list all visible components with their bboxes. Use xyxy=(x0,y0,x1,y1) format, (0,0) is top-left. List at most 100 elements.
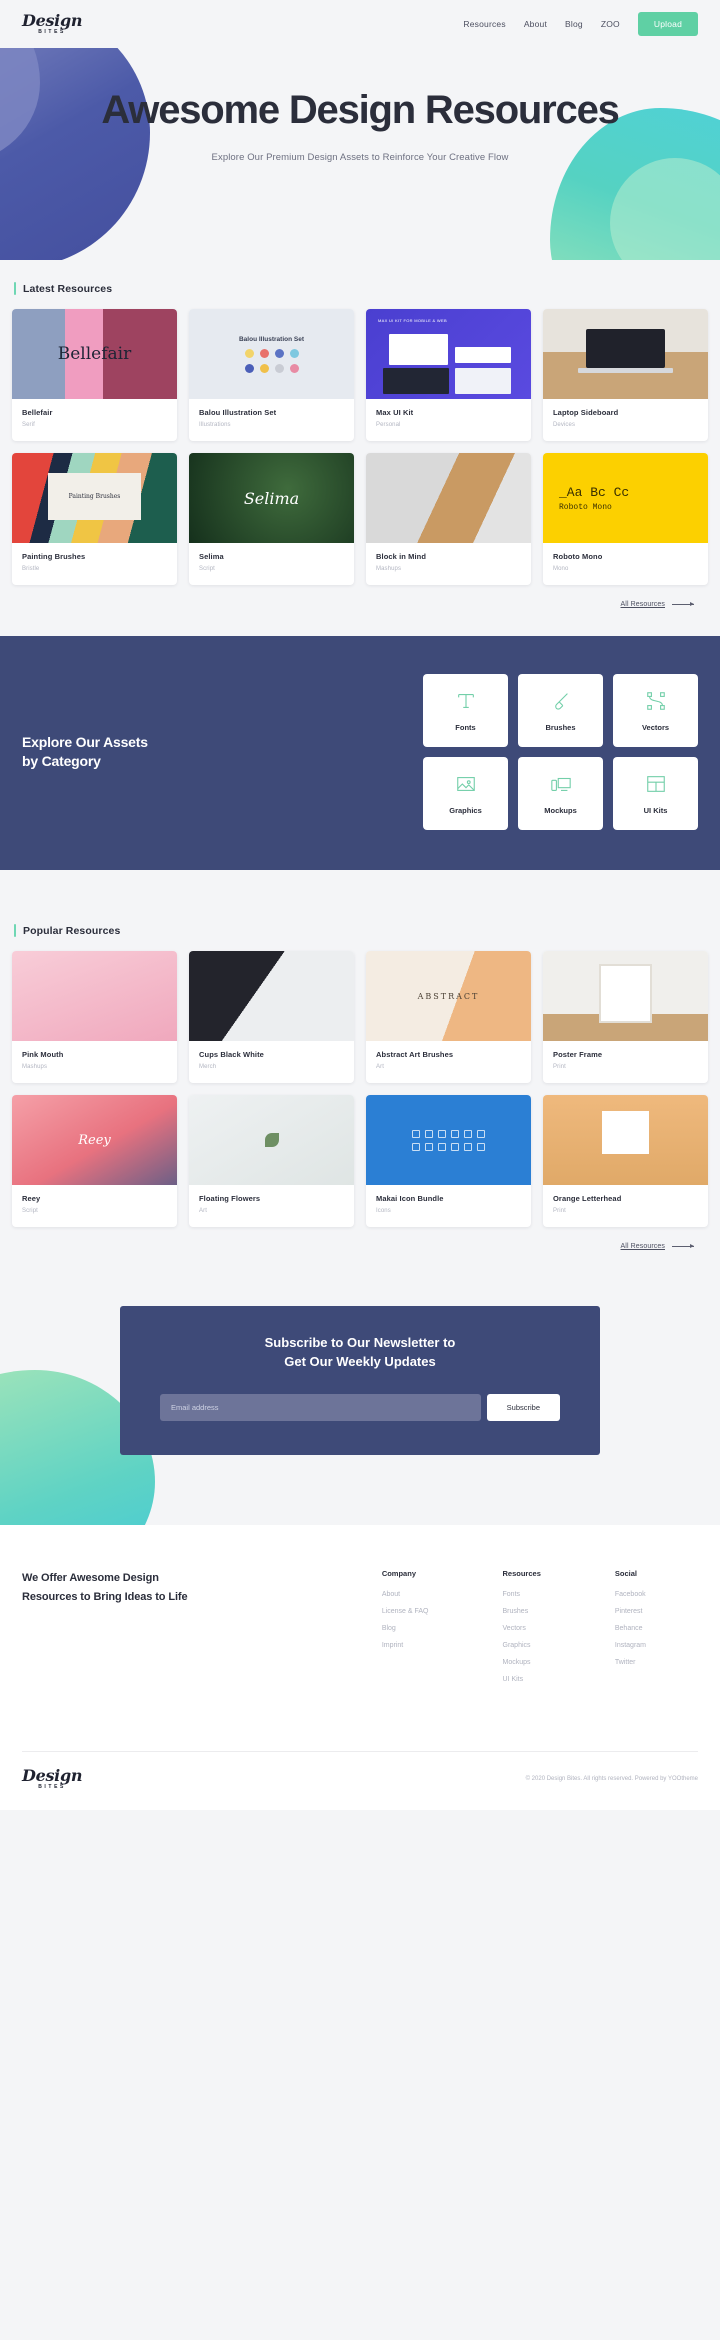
card-title: Roboto Mono xyxy=(553,552,603,561)
resource-card[interactable]: Balou Illustration Set Balou Illustratio… xyxy=(189,309,354,441)
upload-button[interactable]: Upload xyxy=(637,12,698,36)
resource-card[interactable]: Selima Selima Script xyxy=(189,453,354,585)
footer-column-resources: Resources Fonts Brushes Vectors Graphics… xyxy=(503,1569,541,1693)
category-label: Mockups xyxy=(544,805,577,815)
newsletter-title: Subscribe to Our Newsletter to Get Our W… xyxy=(160,1334,560,1372)
footer-tagline: We Offer Awesome Design Resources to Bri… xyxy=(22,1569,188,1693)
footer-link[interactable]: Imprint xyxy=(382,1642,429,1649)
site-logo[interactable]: Design BITES xyxy=(22,13,82,35)
all-resources-link-popular[interactable]: All Resources xyxy=(12,1243,694,1250)
card-category: Icons xyxy=(376,1208,391,1214)
nav-item-resources[interactable]: Resources xyxy=(463,19,505,29)
card-title: Selima xyxy=(199,552,224,561)
footer-bottom-bar: Design BITES © 2020 Design Bites. All ri… xyxy=(22,1750,698,1810)
all-resources-link-latest[interactable]: All Resources xyxy=(12,601,694,608)
hero-section: Awesome Design Resources Explore Our Pre… xyxy=(0,48,720,260)
thumb-subtext: Roboto Mono xyxy=(559,502,612,512)
resource-card[interactable]: Painting Brushes Painting Brushes Bristl… xyxy=(12,453,177,585)
thumb-text: Selima xyxy=(243,488,300,508)
footer-link[interactable]: Mockups xyxy=(503,1659,541,1666)
card-category: Illustrations xyxy=(199,422,231,428)
newsletter-form: Subscribe xyxy=(160,1393,560,1421)
footer-logo[interactable]: Design BITES xyxy=(22,1767,82,1790)
category-heading-line1: Explore Our Assets xyxy=(22,734,148,751)
nav-item-zoo[interactable]: ZOO xyxy=(601,19,620,29)
all-resources-label: All Resources xyxy=(620,601,665,608)
resource-card[interactable]: Floating Flowers Art xyxy=(189,1095,354,1227)
card-category: Devices xyxy=(553,422,576,428)
site-footer: We Offer Awesome Design Resources to Bri… xyxy=(0,1524,720,1810)
card-thumbnail xyxy=(189,951,354,1041)
footer-column-social: Social Facebook Pinterest Behance Instag… xyxy=(615,1569,646,1693)
card-thumbnail xyxy=(543,1095,708,1185)
latest-resources-section: Latest Resources Bellefair Bellefair Ser… xyxy=(0,260,720,608)
category-heading-line2: by Category xyxy=(22,753,101,769)
resource-card[interactable]: Bellefair Bellefair Serif xyxy=(12,309,177,441)
thumb-text: ABSTRACT xyxy=(417,991,480,1001)
thumb-text: Painting Brushes xyxy=(48,472,141,520)
category-label: Brushes xyxy=(545,722,576,732)
footer-link[interactable]: License & FAQ xyxy=(382,1608,429,1615)
footer-link[interactable]: Instagram xyxy=(615,1642,646,1649)
thumb-text: MAX UI KIT FOR MOBILE & WEB xyxy=(378,318,447,323)
resource-card[interactable]: Cups Black White Merch xyxy=(189,951,354,1083)
footer-link[interactable]: About xyxy=(382,1591,429,1598)
popular-resources-section: Popular Resources Pink Mouth Mashups Cup… xyxy=(0,870,720,1250)
resource-card[interactable]: _Aa Bc Cc Roboto Mono Roboto Mono Mono xyxy=(543,453,708,585)
card-thumbnail: Selima xyxy=(189,453,354,543)
card-thumbnail: Painting Brushes xyxy=(12,453,177,543)
resource-card[interactable]: Laptop Sideboard Devices xyxy=(543,309,708,441)
card-thumbnail: _Aa Bc Cc Roboto Mono xyxy=(543,453,708,543)
footer-link[interactable]: Vectors xyxy=(503,1625,541,1632)
pen-tool-icon xyxy=(645,690,667,712)
category-card-brushes[interactable]: Brushes xyxy=(518,674,603,747)
card-title: Balou Illustration Set xyxy=(199,408,277,417)
illustration-decoration xyxy=(244,348,299,358)
popular-section-header: Popular Resources xyxy=(14,924,708,937)
category-card-mockups[interactable]: Mockups xyxy=(518,757,603,830)
card-category: Script xyxy=(199,566,215,572)
footer-link-columns: Company About License & FAQ Blog Imprint… xyxy=(382,1569,698,1693)
footer-link[interactable]: Brushes xyxy=(503,1608,541,1615)
card-thumbnail xyxy=(366,1095,531,1185)
resource-card[interactable]: Orange Letterhead Print xyxy=(543,1095,708,1227)
footer-link[interactable]: Twitter xyxy=(615,1659,646,1666)
resource-card[interactable]: Poster Frame Print xyxy=(543,951,708,1083)
card-category: Merch xyxy=(199,1064,217,1070)
nav-item-blog[interactable]: Blog xyxy=(565,19,583,29)
newsletter-title-line1: Subscribe to Our Newsletter to xyxy=(264,1335,456,1350)
nav-item-about[interactable]: About xyxy=(524,19,547,29)
card-category: Personal xyxy=(376,422,401,428)
logo-wordmark: Design xyxy=(22,11,83,30)
subscribe-button[interactable]: Subscribe xyxy=(486,1393,560,1421)
resource-card[interactable]: Reey Reey Script xyxy=(12,1095,177,1227)
card-title: Block in Mind xyxy=(376,552,427,561)
layout-icon xyxy=(645,773,667,795)
arrow-right-icon xyxy=(672,602,694,606)
category-card-graphics[interactable]: Graphics xyxy=(423,757,508,830)
resource-card[interactable]: MAX UI KIT FOR MOBILE & WEB Max UI Kit P… xyxy=(366,309,531,441)
footer-link[interactable]: Graphics xyxy=(503,1642,541,1649)
footer-link[interactable]: Behance xyxy=(615,1625,646,1632)
card-thumbnail: MAX UI KIT FOR MOBILE & WEB xyxy=(366,309,531,399)
footer-link[interactable]: Fonts xyxy=(503,1591,541,1598)
accent-bar-icon xyxy=(14,924,16,937)
category-section: Explore Our Assets by Category Fonts Bru… xyxy=(0,636,720,870)
brush-icon xyxy=(550,690,572,712)
hero-subtitle: Explore Our Premium Design Assets to Rei… xyxy=(211,152,509,163)
footer-link[interactable]: UI Kits xyxy=(503,1676,541,1683)
thumb-text: _Aa Bc Cc xyxy=(559,484,630,500)
resource-card[interactable]: Pink Mouth Mashups xyxy=(12,951,177,1083)
thumb-text: Balou Illustration Set xyxy=(238,335,304,343)
footer-link[interactable]: Pinterest xyxy=(615,1608,646,1615)
category-card-vectors[interactable]: Vectors xyxy=(613,674,698,747)
footer-link[interactable]: Facebook xyxy=(615,1591,646,1598)
category-card-ui-kits[interactable]: UI Kits xyxy=(613,757,698,830)
footer-link[interactable]: Blog xyxy=(382,1625,429,1632)
resource-card[interactable]: ABSTRACT Abstract Art Brushes Art xyxy=(366,951,531,1083)
email-input[interactable] xyxy=(160,1393,481,1421)
resource-card[interactable]: Makai Icon Bundle Icons xyxy=(366,1095,531,1227)
copyright-text: © 2020 Design Bites. All rights reserved… xyxy=(525,1775,698,1782)
category-card-fonts[interactable]: Fonts xyxy=(423,674,508,747)
resource-card[interactable]: Block in Mind Mashups xyxy=(366,453,531,585)
